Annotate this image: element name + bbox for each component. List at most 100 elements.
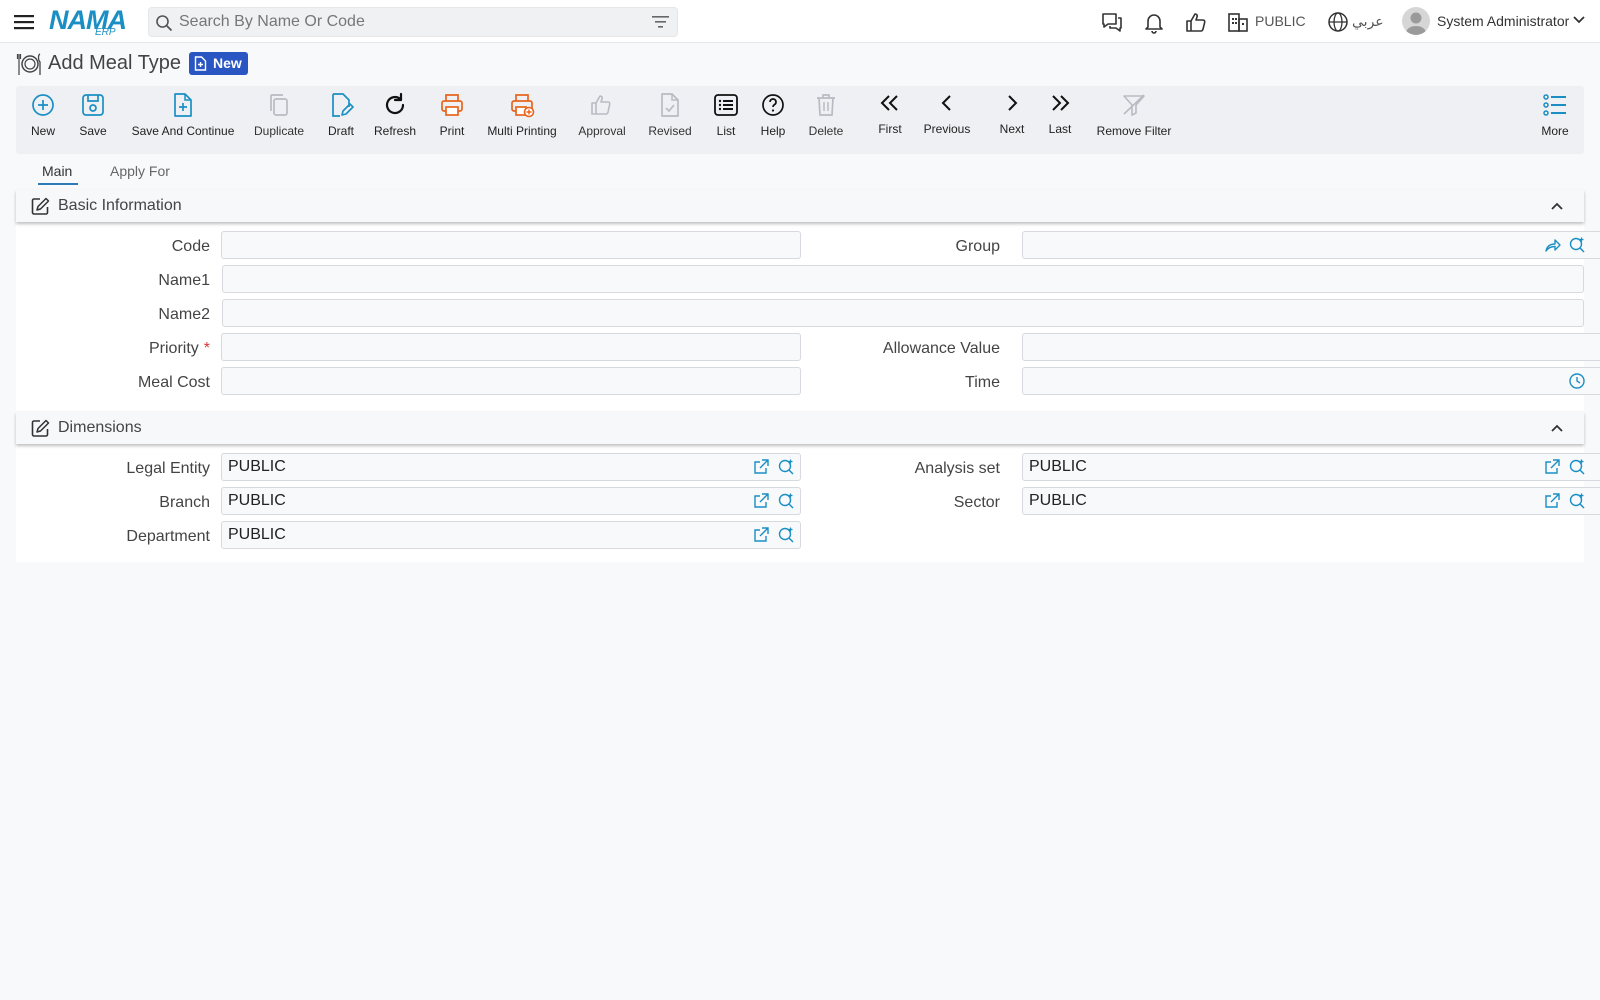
previous-button[interactable]: Previous <box>922 90 972 146</box>
search-plus-icon[interactable] <box>1568 458 1586 476</box>
branch-field[interactable] <box>221 487 801 515</box>
language-switch[interactable]: عربي <box>1352 12 1384 30</box>
department-field[interactable] <box>221 521 801 549</box>
time-field[interactable] <box>1022 367 1600 395</box>
user-name[interactable]: System Administrator <box>1437 12 1569 30</box>
active-tab-indicator <box>38 183 78 185</box>
delete-button[interactable]: Delete <box>806 92 846 148</box>
save-and-continue-label: Save And Continue <box>131 124 235 138</box>
legal-entity-field[interactable] <box>221 453 801 481</box>
meal-cost-field[interactable] <box>221 367 801 395</box>
multi-printing-label: Multi Printing <box>487 124 557 138</box>
last-button[interactable]: Last <box>1046 90 1074 146</box>
last-label: Last <box>1048 122 1072 136</box>
name2-field[interactable] <box>222 299 1584 327</box>
priority-field[interactable] <box>221 333 801 361</box>
new-button[interactable]: New <box>28 92 58 148</box>
bell-icon[interactable] <box>1142 10 1166 34</box>
external-link-icon[interactable] <box>752 526 770 544</box>
save-button[interactable]: Save <box>78 92 108 148</box>
thumbs-up-icon[interactable] <box>1184 10 1208 34</box>
action-toolbar: New Save Save And Continue Duplicate Dra… <box>16 86 1584 154</box>
chat-icon[interactable] <box>1100 10 1124 34</box>
status-badge: New <box>189 52 248 75</box>
search-input[interactable] <box>179 11 639 33</box>
code-label: Code <box>171 238 210 255</box>
basic-information-header[interactable]: Basic Information <box>16 190 1584 222</box>
remove-filter-button[interactable]: Remove Filter <box>1094 92 1174 148</box>
next-button[interactable]: Next <box>997 90 1027 146</box>
draft-button[interactable]: Draft <box>325 92 357 148</box>
search-plus-icon[interactable] <box>1568 492 1586 510</box>
global-search <box>148 7 678 37</box>
avatar[interactable] <box>1402 7 1430 35</box>
sector-field[interactable] <box>1022 487 1600 515</box>
draft-edit-icon <box>332 93 354 117</box>
allowance-value-field[interactable] <box>1022 333 1600 361</box>
search-plus-icon[interactable] <box>777 492 795 510</box>
help-button[interactable]: Help <box>758 92 788 148</box>
tab-apply-for[interactable]: Apply For <box>110 163 170 179</box>
chevron-up-icon[interactable] <box>1550 422 1564 434</box>
globe-icon[interactable] <box>1326 10 1350 34</box>
duplicate-button[interactable]: Duplicate <box>253 92 305 148</box>
building-icon[interactable] <box>1226 10 1250 34</box>
duplicate-label: Duplicate <box>253 124 305 138</box>
nama-logo[interactable]: NAMA ERP <box>49 5 131 38</box>
print-button[interactable]: Print <box>437 92 467 148</box>
chevron-right-icon <box>1008 95 1018 111</box>
draft-label: Draft <box>327 124 354 138</box>
list-button[interactable]: List <box>713 92 739 148</box>
double-chevron-right-icon <box>1052 95 1070 111</box>
code-field[interactable] <box>221 231 801 259</box>
filter-icon[interactable] <box>652 15 669 29</box>
department-label: Department <box>126 528 210 545</box>
section-title: Dimensions <box>58 419 142 436</box>
external-link-icon[interactable] <box>1543 492 1561 510</box>
more-list-icon <box>1543 94 1566 116</box>
search-icon[interactable] <box>155 14 173 32</box>
save-button-label: Save <box>79 124 107 138</box>
list-icon <box>714 94 738 116</box>
analysis-set-field[interactable] <box>1022 453 1600 481</box>
new-button-label: New <box>30 124 55 138</box>
tab-main[interactable]: Main <box>42 163 72 179</box>
chevron-up-icon[interactable] <box>1550 200 1564 212</box>
share-arrow-icon[interactable] <box>1543 236 1561 254</box>
more-button[interactable]: More <box>1540 92 1570 148</box>
plus-circle-icon <box>32 94 54 116</box>
search-plus-icon[interactable] <box>1568 236 1586 254</box>
logo-subtext: ERP <box>95 27 116 38</box>
name2-label: Name2 <box>158 306 210 323</box>
dimensions-header[interactable]: Dimensions <box>16 412 1584 444</box>
first-button[interactable]: First <box>876 90 904 146</box>
section-title: Basic Information <box>58 197 182 214</box>
save-icon <box>82 94 104 116</box>
file-plus-icon <box>174 93 192 117</box>
clock-icon[interactable] <box>1568 372 1586 390</box>
more-label: More <box>1541 124 1569 138</box>
multi-printing-button[interactable]: Multi Printing <box>486 92 558 148</box>
sector-label: Sector <box>953 494 1000 511</box>
refresh-button[interactable]: Refresh <box>373 92 417 148</box>
search-plus-icon[interactable] <box>777 458 795 476</box>
group-field[interactable] <box>1022 231 1600 259</box>
entity-selector[interactable]: PUBLIC <box>1255 12 1306 30</box>
refresh-icon <box>385 92 405 115</box>
analysis-set-label: Analysis set <box>914 460 1000 477</box>
help-icon <box>762 94 784 116</box>
next-label: Next <box>999 122 1025 136</box>
external-link-icon[interactable] <box>752 492 770 510</box>
external-link-icon[interactable] <box>752 458 770 476</box>
save-and-continue-button[interactable]: Save And Continue <box>129 92 237 148</box>
priority-label-text: Priority <box>148 340 199 357</box>
revised-button[interactable]: Revised <box>646 92 694 148</box>
search-plus-icon[interactable] <box>777 526 795 544</box>
previous-label: Previous <box>923 122 971 136</box>
name1-field[interactable] <box>222 265 1584 293</box>
hamburger-menu-icon[interactable] <box>13 12 35 32</box>
external-link-icon[interactable] <box>1543 458 1561 476</box>
double-chevron-left-icon <box>880 95 898 111</box>
chevron-down-icon[interactable] <box>1572 13 1586 27</box>
approval-button[interactable]: Approval <box>576 92 628 148</box>
